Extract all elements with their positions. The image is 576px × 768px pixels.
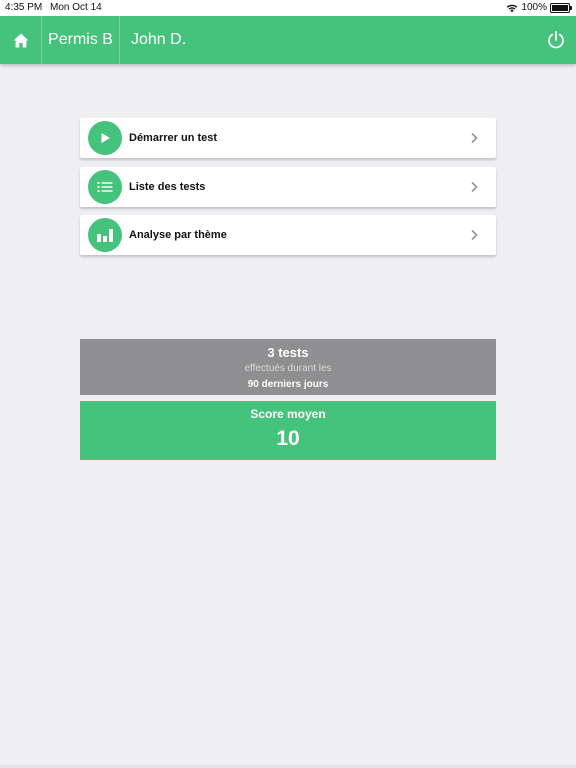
bar-chart-icon (97, 229, 113, 242)
menu-icon-circle (88, 218, 122, 252)
user-tab[interactable]: John D. (131, 16, 186, 64)
menu-item-label: Analyse par thème (129, 229, 227, 241)
tests-period-days: 90 derniers jours (247, 379, 329, 390)
status-date: Mon Oct 14 (50, 2, 102, 13)
tests-period-text: effectués durant les (244, 363, 332, 374)
chevron-right-icon (471, 181, 478, 193)
average-score-title: Score moyen (250, 407, 326, 421)
play-icon (101, 133, 110, 143)
chevron-right-icon (471, 229, 478, 241)
average-score-panel: Score moyen 10 (80, 401, 496, 460)
status-right: 100% (506, 2, 572, 13)
app-screen: 4:35 PM Mon Oct 14 100% Permis B John D. (0, 0, 576, 768)
menu-item-start-test[interactable]: Démarrer un test (80, 118, 496, 158)
wifi-icon (507, 4, 518, 12)
menu-icon-circle (88, 121, 122, 155)
status-bar: 4:35 PM Mon Oct 14 100% (0, 0, 576, 16)
menu-item-label: Liste des tests (129, 181, 206, 193)
average-score-value: 10 (276, 427, 300, 450)
list-icon (97, 182, 113, 192)
menu-item-label: Démarrer un test (129, 132, 218, 144)
status-time: 4:35 PM (5, 2, 43, 13)
menu-item-test-list[interactable]: Liste des tests (80, 167, 496, 207)
battery-icon (550, 2, 572, 13)
permis-label: Permis B (48, 31, 113, 48)
tests-stats-panel: 3 tests effectués durant les 90 derniers… (80, 339, 496, 395)
user-label: John D. (131, 31, 187, 48)
battery-percent: 100% (521, 2, 547, 13)
chevron-right-icon (471, 132, 478, 144)
tests-count: 3 tests (267, 345, 309, 360)
top-nav-bar: Permis B John D. (0, 16, 576, 64)
permis-tab[interactable]: Permis B (42, 16, 120, 64)
home-button[interactable] (0, 16, 42, 64)
power-icon[interactable] (546, 30, 566, 50)
menu-item-theme-analysis[interactable]: Analyse par thème (80, 215, 496, 255)
menu-icon-circle (88, 170, 122, 204)
home-icon (13, 33, 28, 47)
